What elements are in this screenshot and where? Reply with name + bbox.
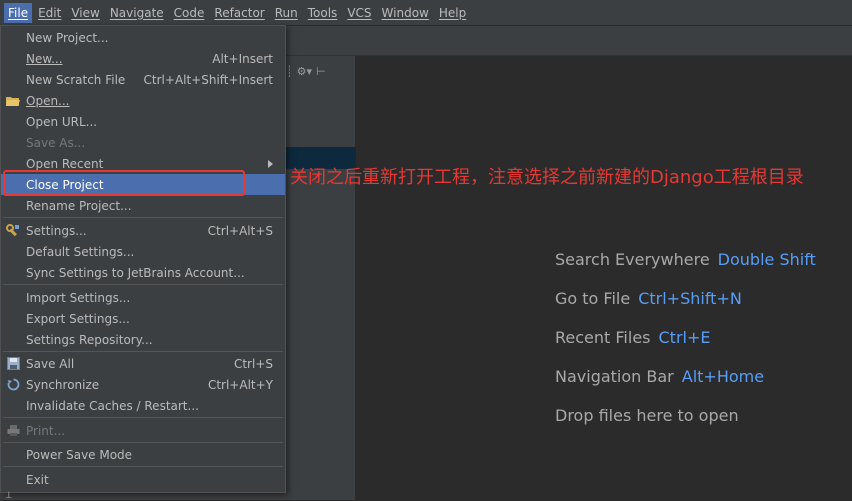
menu-item-label: Settings Repository... xyxy=(26,332,153,347)
menu-item-label: Open URL... xyxy=(26,114,98,129)
menu-item-label: Export Settings... xyxy=(26,311,130,326)
menu-item-settings-repository[interactable]: Settings Repository... xyxy=(1,329,285,350)
menu-item-open-url[interactable]: Open URL... xyxy=(1,111,285,132)
menu-item-label: Save All xyxy=(26,356,75,371)
hint-navigation-bar: Navigation Bar Alt+Home xyxy=(555,367,764,386)
menu-item-label: Print... xyxy=(26,423,66,438)
menu-item-exit[interactable]: Exit xyxy=(1,469,285,490)
menu-item-label: New Scratch File xyxy=(26,72,126,87)
menu-code[interactable]: Code xyxy=(170,3,209,23)
menu-item-export-settings[interactable]: Export Settings... xyxy=(1,308,285,329)
menu-item-open[interactable]: Open... xyxy=(1,90,285,111)
submenu-arrow-icon xyxy=(268,159,273,168)
menu-item-shortcut: Ctrl+Alt+S xyxy=(207,223,273,238)
menu-item-shortcut: Ctrl+Alt+Shift+Insert xyxy=(143,72,273,87)
printer-icon xyxy=(6,424,20,437)
menu-item-shortcut: Ctrl+Alt+Y xyxy=(207,377,273,392)
menu-item-shortcut: Ctrl+S xyxy=(233,356,273,371)
wrench-icon xyxy=(6,224,20,237)
menu-item-label: Default Settings... xyxy=(26,244,135,259)
menu-separator xyxy=(3,466,283,467)
menu-separator xyxy=(3,217,283,218)
menu-run[interactable]: Run xyxy=(271,3,302,23)
menu-separator xyxy=(3,442,283,443)
gear-icon[interactable]: ⚙▾ xyxy=(297,65,312,78)
menu-file[interactable]: File xyxy=(4,2,33,23)
refresh-icon xyxy=(6,378,20,391)
menu-item-new-project[interactable]: New Project... xyxy=(1,27,285,48)
hint-shortcut: Ctrl+E xyxy=(658,328,711,347)
panel-stub-icon: ꓕ xyxy=(6,491,12,501)
hint-label: Navigation Bar xyxy=(555,367,674,386)
hint-label: Search Everywhere xyxy=(555,250,710,269)
hint-label: Recent Files xyxy=(555,328,651,347)
hint-label: Drop files here to open xyxy=(555,406,739,425)
menu-tools[interactable]: Tools xyxy=(304,3,342,23)
menu-item-sync-settings[interactable]: Sync Settings to JetBrains Account... xyxy=(1,262,285,283)
hint-label: Go to File xyxy=(555,289,631,308)
annotation-text: 关闭之后重新打开工程，注意选择之前新建的Django工程根目录 xyxy=(290,167,804,188)
menu-item-label: Save As... xyxy=(26,135,86,150)
menu-item-label: Synchronize xyxy=(26,377,100,392)
menu-help[interactable]: Help xyxy=(435,3,470,23)
menu-refactor[interactable]: Refactor xyxy=(210,3,268,23)
menu-item-save-all[interactable]: Save All Ctrl+S xyxy=(1,353,285,374)
menu-separator xyxy=(3,284,283,285)
menu-item-print[interactable]: Print... xyxy=(1,420,285,441)
hint-shortcut: Ctrl+Shift+N xyxy=(638,289,742,308)
annotation-highlight-box xyxy=(3,170,245,196)
menu-item-power-save-mode[interactable]: Power Save Mode xyxy=(1,444,285,465)
menu-vcs[interactable]: VCS xyxy=(343,3,375,23)
hint-shortcut: Alt+Home xyxy=(681,367,765,386)
collapse-icon[interactable]: ⊢ xyxy=(316,65,326,78)
hint-shortcut: Double Shift xyxy=(717,250,816,269)
hint-recent-files: Recent Files Ctrl+E xyxy=(555,328,710,347)
menu-item-import-settings[interactable]: Import Settings... xyxy=(1,287,285,308)
hint-search-everywhere: Search Everywhere Double Shift xyxy=(555,250,816,269)
hint-drop-files: Drop files here to open xyxy=(555,406,739,425)
menu-item-default-settings[interactable]: Default Settings... xyxy=(1,241,285,262)
menu-item-shortcut: Alt+Insert xyxy=(212,51,273,66)
menu-item-label: Import Settings... xyxy=(26,290,131,305)
menu-item-label: Settings... xyxy=(26,223,87,238)
divider-icon: ┊ xyxy=(286,64,293,78)
menu-separator xyxy=(3,351,283,352)
menu-item-label: Invalidate Caches / Restart... xyxy=(26,398,199,413)
folder-icon xyxy=(6,94,20,107)
menu-item-label: Sync Settings to JetBrains Account... xyxy=(26,265,245,280)
menu-item-save-as[interactable]: Save As... xyxy=(1,132,285,153)
menu-item-invalidate-caches[interactable]: Invalidate Caches / Restart... xyxy=(1,395,285,416)
project-panel-header: ┊ ⚙▾ ⊢ xyxy=(286,60,356,82)
hint-go-to-file: Go to File Ctrl+Shift+N xyxy=(555,289,742,308)
menu-item-label: New... xyxy=(26,51,63,66)
save-icon xyxy=(6,357,20,370)
menu-item-synchronize[interactable]: Synchronize Ctrl+Alt+Y xyxy=(1,374,285,395)
menu-separator xyxy=(3,417,283,418)
menu-item-label: Power Save Mode xyxy=(26,447,133,462)
file-menu-dropdown: New Project... New... Alt+Insert New Scr… xyxy=(0,25,286,493)
menu-item-new-scratch-file[interactable]: New Scratch File Ctrl+Alt+Shift+Insert xyxy=(1,69,285,90)
menu-item-label: Rename Project... xyxy=(26,198,132,213)
menu-item-rename-project[interactable]: Rename Project... xyxy=(1,195,285,216)
menubar: File Edit View Navigate Code Refactor Ru… xyxy=(0,0,852,26)
menu-item-label: Open Recent xyxy=(26,156,104,171)
menu-edit[interactable]: Edit xyxy=(34,3,65,23)
menu-window[interactable]: Window xyxy=(378,3,433,23)
menu-item-label: New Project... xyxy=(26,30,109,45)
menu-item-new[interactable]: New... Alt+Insert xyxy=(1,48,285,69)
menu-item-label: Exit xyxy=(26,472,49,487)
menu-item-settings[interactable]: Settings... Ctrl+Alt+S xyxy=(1,220,285,241)
menu-item-label: Open... xyxy=(26,93,70,108)
menu-view[interactable]: View xyxy=(67,3,103,23)
menu-navigate[interactable]: Navigate xyxy=(106,3,168,23)
